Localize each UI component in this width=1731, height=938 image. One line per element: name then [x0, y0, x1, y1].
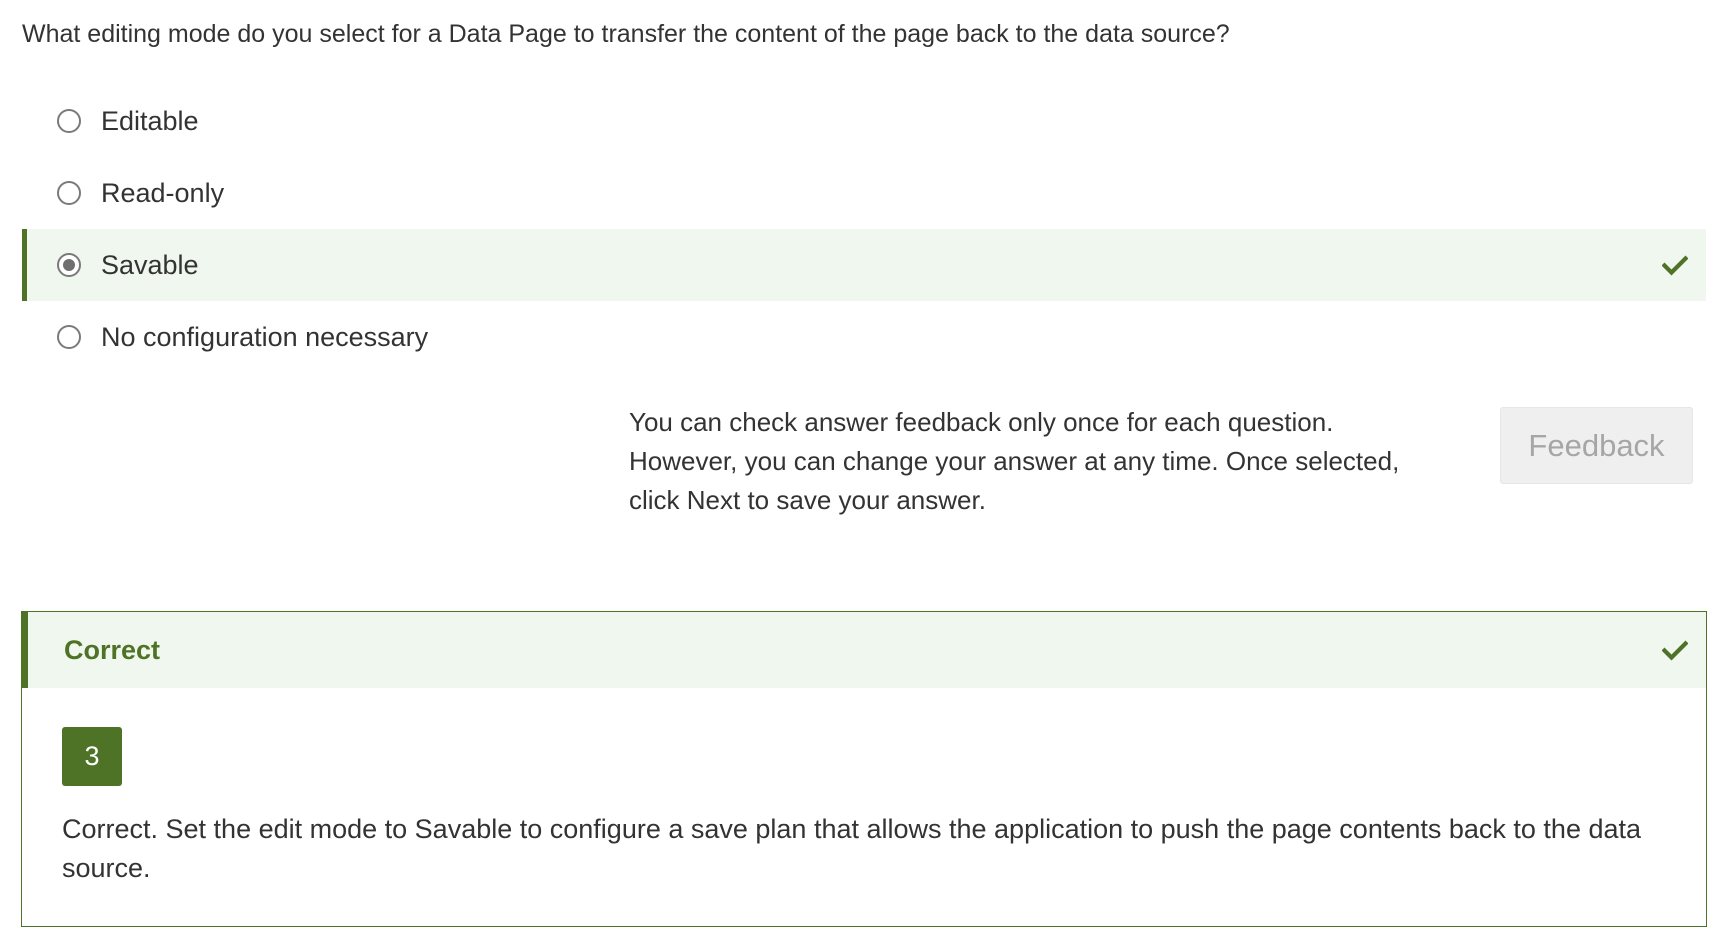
check-icon	[1662, 255, 1688, 276]
radio-button-no-configuration[interactable]	[57, 325, 81, 349]
check-icon	[1662, 640, 1688, 661]
result-header[interactable]: Correct	[22, 612, 1706, 688]
option-editable[interactable]: Editable	[22, 85, 1706, 157]
radio-button-read-only[interactable]	[57, 181, 81, 205]
feedback-button[interactable]: Feedback	[1500, 407, 1693, 484]
instruction-line: click Next to save your answer.	[629, 485, 986, 515]
correct-answer-number-badge: 3	[62, 727, 122, 786]
instruction-line: You can check answer feedback only once …	[629, 407, 1334, 437]
option-label: Read-only	[101, 178, 225, 208]
option-label: Savable	[101, 250, 199, 280]
radio-button-savable[interactable]	[57, 253, 81, 277]
radio-button-editable[interactable]	[57, 109, 81, 133]
option-label: Editable	[101, 106, 199, 136]
answer-options: Editable Read-only Savable No configurat…	[22, 85, 1706, 373]
radio-selected-dot	[63, 259, 75, 271]
question-text: What editing mode do you select for a Da…	[22, 20, 1230, 48]
option-no-configuration-necessary[interactable]: No configuration necessary	[22, 301, 1706, 373]
result-title: Correct	[64, 635, 161, 665]
option-savable[interactable]: Savable	[22, 229, 1706, 301]
instruction-line: However, you can change your answer at a…	[629, 446, 1400, 476]
feedback-instructions: You can check answer feedback only once …	[629, 403, 1479, 520]
result-panel: Correct 3 Correct. Set the edit mode to …	[21, 611, 1707, 927]
option-read-only[interactable]: Read-only	[22, 157, 1706, 229]
option-label: No configuration necessary	[101, 322, 429, 352]
answer-explanation: Correct. Set the edit mode to Savable to…	[62, 814, 1642, 883]
